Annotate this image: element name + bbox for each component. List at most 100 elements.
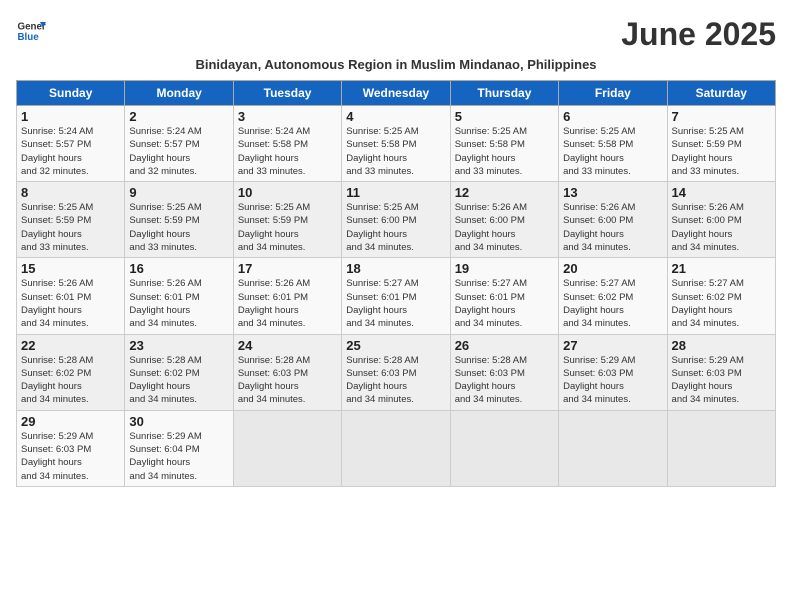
day-number: 7 [672, 109, 771, 124]
day-info: Sunrise: 5:26 AM Sunset: 6:01 PM Dayligh… [238, 277, 337, 330]
day-number: 26 [455, 338, 554, 353]
day-number: 23 [129, 338, 228, 353]
calendar-week-row: 8 Sunrise: 5:25 AM Sunset: 5:59 PM Dayli… [17, 182, 776, 258]
table-row: 7 Sunrise: 5:25 AM Sunset: 5:59 PM Dayli… [667, 106, 775, 182]
table-row: 16 Sunrise: 5:26 AM Sunset: 6:01 PM Dayl… [125, 258, 233, 334]
calendar-table: Sunday Monday Tuesday Wednesday Thursday… [16, 80, 776, 487]
day-number: 6 [563, 109, 662, 124]
day-info: Sunrise: 5:28 AM Sunset: 6:02 PM Dayligh… [129, 354, 228, 407]
day-info: Sunrise: 5:27 AM Sunset: 6:01 PM Dayligh… [455, 277, 554, 330]
table-row: 21 Sunrise: 5:27 AM Sunset: 6:02 PM Dayl… [667, 258, 775, 334]
svg-text:Blue: Blue [18, 32, 40, 43]
logo-icon: General Blue [16, 16, 46, 46]
day-info: Sunrise: 5:24 AM Sunset: 5:58 PM Dayligh… [238, 125, 337, 178]
table-row [233, 410, 341, 486]
day-number: 9 [129, 185, 228, 200]
table-row [559, 410, 667, 486]
day-info: Sunrise: 5:29 AM Sunset: 6:03 PM Dayligh… [21, 430, 120, 483]
table-row [667, 410, 775, 486]
table-row: 10 Sunrise: 5:25 AM Sunset: 5:59 PM Dayl… [233, 182, 341, 258]
col-wednesday: Wednesday [342, 81, 450, 106]
day-info: Sunrise: 5:26 AM Sunset: 6:00 PM Dayligh… [563, 201, 662, 254]
month-title: June 2025 [621, 16, 776, 53]
day-number: 10 [238, 185, 337, 200]
day-info: Sunrise: 5:25 AM Sunset: 5:59 PM Dayligh… [672, 125, 771, 178]
day-info: Sunrise: 5:26 AM Sunset: 6:00 PM Dayligh… [672, 201, 771, 254]
table-row: 3 Sunrise: 5:24 AM Sunset: 5:58 PM Dayli… [233, 106, 341, 182]
day-number: 12 [455, 185, 554, 200]
table-row: 11 Sunrise: 5:25 AM Sunset: 6:00 PM Dayl… [342, 182, 450, 258]
header: General Blue June 2025 [16, 16, 776, 53]
day-info: Sunrise: 5:29 AM Sunset: 6:04 PM Dayligh… [129, 430, 228, 483]
table-row: 18 Sunrise: 5:27 AM Sunset: 6:01 PM Dayl… [342, 258, 450, 334]
day-info: Sunrise: 5:26 AM Sunset: 6:01 PM Dayligh… [21, 277, 120, 330]
day-number: 25 [346, 338, 445, 353]
day-number: 21 [672, 261, 771, 276]
day-number: 22 [21, 338, 120, 353]
day-info: Sunrise: 5:25 AM Sunset: 5:59 PM Dayligh… [21, 201, 120, 254]
col-saturday: Saturday [667, 81, 775, 106]
table-row: 20 Sunrise: 5:27 AM Sunset: 6:02 PM Dayl… [559, 258, 667, 334]
day-number: 5 [455, 109, 554, 124]
col-tuesday: Tuesday [233, 81, 341, 106]
table-row: 26 Sunrise: 5:28 AM Sunset: 6:03 PM Dayl… [450, 334, 558, 410]
day-number: 19 [455, 261, 554, 276]
table-row: 17 Sunrise: 5:26 AM Sunset: 6:01 PM Dayl… [233, 258, 341, 334]
day-info: Sunrise: 5:27 AM Sunset: 6:02 PM Dayligh… [563, 277, 662, 330]
day-info: Sunrise: 5:25 AM Sunset: 5:58 PM Dayligh… [455, 125, 554, 178]
day-info: Sunrise: 5:24 AM Sunset: 5:57 PM Dayligh… [21, 125, 120, 178]
table-row: 2 Sunrise: 5:24 AM Sunset: 5:57 PM Dayli… [125, 106, 233, 182]
day-number: 8 [21, 185, 120, 200]
day-number: 15 [21, 261, 120, 276]
table-row: 23 Sunrise: 5:28 AM Sunset: 6:02 PM Dayl… [125, 334, 233, 410]
day-number: 18 [346, 261, 445, 276]
day-number: 27 [563, 338, 662, 353]
col-monday: Monday [125, 81, 233, 106]
table-row: 6 Sunrise: 5:25 AM Sunset: 5:58 PM Dayli… [559, 106, 667, 182]
day-info: Sunrise: 5:29 AM Sunset: 6:03 PM Dayligh… [563, 354, 662, 407]
day-info: Sunrise: 5:25 AM Sunset: 5:58 PM Dayligh… [346, 125, 445, 178]
table-row: 22 Sunrise: 5:28 AM Sunset: 6:02 PM Dayl… [17, 334, 125, 410]
table-row: 29 Sunrise: 5:29 AM Sunset: 6:03 PM Dayl… [17, 410, 125, 486]
calendar-header-row: Sunday Monday Tuesday Wednesday Thursday… [17, 81, 776, 106]
day-number: 20 [563, 261, 662, 276]
day-info: Sunrise: 5:28 AM Sunset: 6:02 PM Dayligh… [21, 354, 120, 407]
table-row: 5 Sunrise: 5:25 AM Sunset: 5:58 PM Dayli… [450, 106, 558, 182]
col-friday: Friday [559, 81, 667, 106]
table-row: 25 Sunrise: 5:28 AM Sunset: 6:03 PM Dayl… [342, 334, 450, 410]
day-number: 13 [563, 185, 662, 200]
day-number: 28 [672, 338, 771, 353]
calendar-subtitle: Binidayan, Autonomous Region in Muslim M… [16, 57, 776, 72]
table-row: 1 Sunrise: 5:24 AM Sunset: 5:57 PM Dayli… [17, 106, 125, 182]
day-info: Sunrise: 5:28 AM Sunset: 6:03 PM Dayligh… [238, 354, 337, 407]
day-number: 16 [129, 261, 228, 276]
calendar-week-row: 29 Sunrise: 5:29 AM Sunset: 6:03 PM Dayl… [17, 410, 776, 486]
day-info: Sunrise: 5:29 AM Sunset: 6:03 PM Dayligh… [672, 354, 771, 407]
logo: General Blue [16, 16, 46, 46]
calendar-week-row: 1 Sunrise: 5:24 AM Sunset: 5:57 PM Dayli… [17, 106, 776, 182]
col-thursday: Thursday [450, 81, 558, 106]
day-number: 24 [238, 338, 337, 353]
day-info: Sunrise: 5:25 AM Sunset: 5:59 PM Dayligh… [129, 201, 228, 254]
day-info: Sunrise: 5:27 AM Sunset: 6:01 PM Dayligh… [346, 277, 445, 330]
table-row: 13 Sunrise: 5:26 AM Sunset: 6:00 PM Dayl… [559, 182, 667, 258]
day-info: Sunrise: 5:25 AM Sunset: 5:58 PM Dayligh… [563, 125, 662, 178]
day-number: 17 [238, 261, 337, 276]
table-row: 15 Sunrise: 5:26 AM Sunset: 6:01 PM Dayl… [17, 258, 125, 334]
calendar-week-row: 15 Sunrise: 5:26 AM Sunset: 6:01 PM Dayl… [17, 258, 776, 334]
table-row [342, 410, 450, 486]
day-info: Sunrise: 5:25 AM Sunset: 5:59 PM Dayligh… [238, 201, 337, 254]
day-info: Sunrise: 5:28 AM Sunset: 6:03 PM Dayligh… [455, 354, 554, 407]
table-row: 19 Sunrise: 5:27 AM Sunset: 6:01 PM Dayl… [450, 258, 558, 334]
table-row: 24 Sunrise: 5:28 AM Sunset: 6:03 PM Dayl… [233, 334, 341, 410]
table-row: 9 Sunrise: 5:25 AM Sunset: 5:59 PM Dayli… [125, 182, 233, 258]
day-info: Sunrise: 5:28 AM Sunset: 6:03 PM Dayligh… [346, 354, 445, 407]
day-info: Sunrise: 5:26 AM Sunset: 6:01 PM Dayligh… [129, 277, 228, 330]
table-row: 28 Sunrise: 5:29 AM Sunset: 6:03 PM Dayl… [667, 334, 775, 410]
table-row: 12 Sunrise: 5:26 AM Sunset: 6:00 PM Dayl… [450, 182, 558, 258]
day-number: 14 [672, 185, 771, 200]
day-number: 2 [129, 109, 228, 124]
day-info: Sunrise: 5:24 AM Sunset: 5:57 PM Dayligh… [129, 125, 228, 178]
day-info: Sunrise: 5:27 AM Sunset: 6:02 PM Dayligh… [672, 277, 771, 330]
day-number: 11 [346, 185, 445, 200]
